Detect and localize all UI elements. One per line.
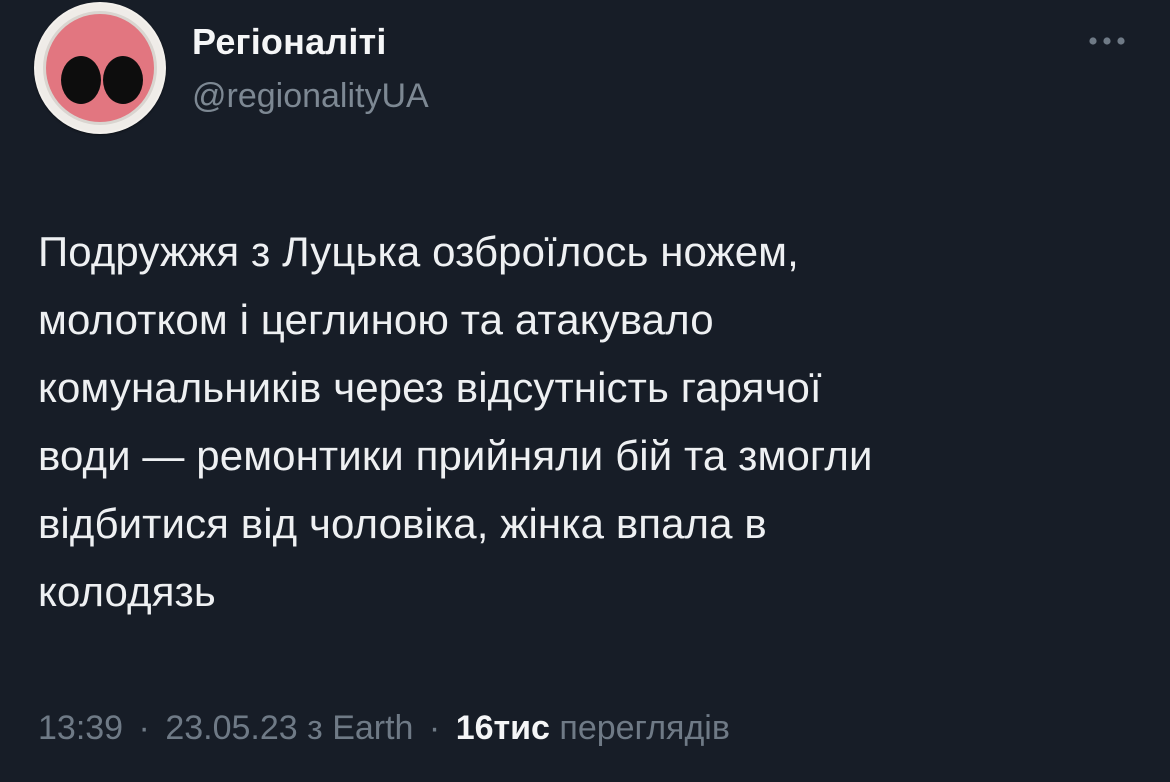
tweet-text: Подружжя з Луцька озброїлось ножем, моло… <box>38 228 873 615</box>
tweet-source[interactable]: Earth <box>332 709 413 747</box>
author-display-name[interactable]: Регіоналіті <box>192 20 429 64</box>
tweet-time[interactable]: 13:39 <box>38 709 123 747</box>
meta-separator: · <box>428 709 441 747</box>
avatar[interactable] <box>34 2 166 134</box>
views-count: 16тис <box>455 709 550 747</box>
pig-snout-icon <box>36 4 164 132</box>
author-handle[interactable]: @regionalityUA <box>192 76 429 116</box>
tweet-card: Регіоналіті @regionalityUA Подружжя з Лу… <box>0 0 1170 782</box>
author-block[interactable]: Регіоналіті @regionalityUA <box>192 20 429 116</box>
tweet-date[interactable]: 23.05.23 <box>165 709 297 747</box>
views-label: переглядів <box>559 709 730 747</box>
more-horizontal-icon <box>1089 37 1125 45</box>
meta-separator: · <box>138 709 150 747</box>
source-prefix: з <box>307 709 323 747</box>
more-options-button[interactable] <box>1082 24 1132 58</box>
tweet-meta: 13:39 · 23.05.23 з Earth · 16тис перегля… <box>38 706 730 750</box>
